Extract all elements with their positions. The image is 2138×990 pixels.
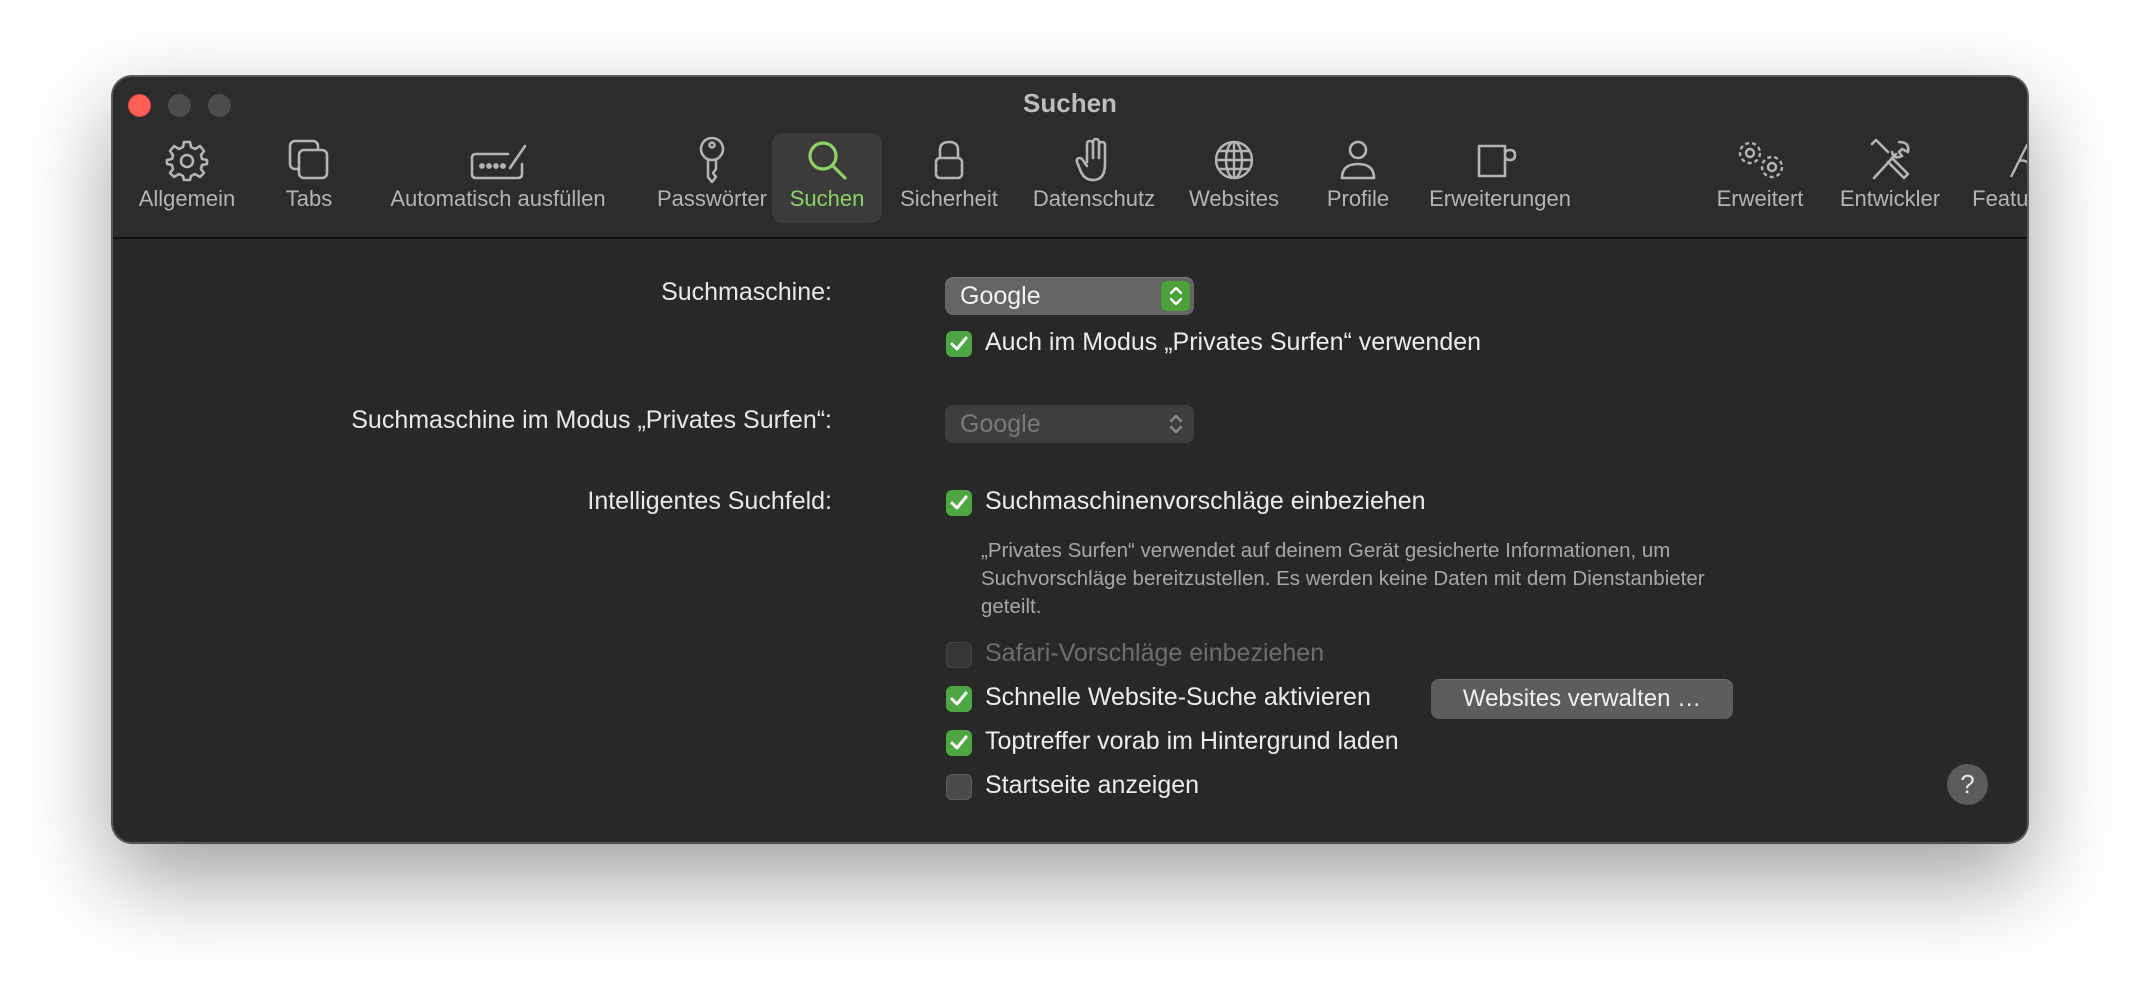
checkmark-icon — [950, 691, 968, 706]
tab-suchen[interactable]: Suchen — [772, 133, 882, 223]
tab-label: Entwickler — [1839, 186, 1941, 211]
tab-feature-flags[interactable]: Feature Flags — [1965, 133, 2028, 223]
private-engine-popup[interactable]: Google — [945, 405, 1194, 443]
quick-search-label: Schnelle Website-Suche aktivieren — [985, 683, 1371, 711]
autofill-icon — [470, 144, 527, 180]
tab-label: Allgemein — [138, 186, 236, 211]
tab-label: Profile — [1326, 186, 1390, 211]
tab-label: Websites — [1188, 186, 1280, 211]
flags-icon — [2009, 143, 2027, 178]
tab-erweiterungen[interactable]: Erweiterungen — [1418, 133, 1582, 223]
tab-erweitert[interactable]: Erweitert — [1703, 133, 1817, 223]
suggestions-label: Suchmaschinenvorschläge einbeziehen — [985, 487, 1426, 515]
tab-label: Tabs — [285, 186, 333, 211]
tab-profile[interactable]: Profile — [1312, 133, 1404, 223]
toolbar-divider — [113, 237, 2027, 239]
search-icon — [808, 141, 847, 180]
gear-icon — [165, 140, 209, 182]
globe-icon — [1214, 140, 1254, 180]
safari-suggestions-checkbox[interactable] — [946, 642, 972, 668]
tab-label: Passwörter — [656, 186, 768, 211]
tab-datenschutz[interactable]: Datenschutz — [1024, 133, 1164, 223]
quick-search-checkbox[interactable] — [946, 686, 972, 712]
tab-label: Erweitert — [1716, 186, 1804, 211]
tab-label: Erweiterungen — [1429, 186, 1571, 211]
tab-label: Automatisch ausfüllen — [390, 186, 606, 211]
start-page-checkbox[interactable] — [946, 774, 972, 800]
tab-allgemein[interactable]: Allgemein — [135, 133, 239, 223]
checkmark-icon — [950, 735, 968, 750]
checkmark-icon — [950, 336, 968, 351]
smart-search-field-label: Intelligentes Suchfeld: — [587, 487, 832, 515]
chevron-updown-icon — [1161, 281, 1190, 311]
chevron-updown-icon — [1161, 409, 1190, 439]
preload-checkbox[interactable] — [946, 730, 972, 756]
tab-label: Datenschutz — [1032, 186, 1156, 211]
private-engine-value: Google — [960, 410, 1041, 438]
private-also-checkbox[interactable] — [946, 331, 972, 357]
tab-entwickler[interactable]: Entwickler — [1829, 133, 1951, 223]
private-engine-label: Suchmaschine im Modus „Privates Surfen“: — [351, 406, 832, 434]
preload-label: Toptreffer vorab im Hintergrund laden — [985, 727, 1399, 755]
gears-icon — [1738, 141, 1784, 179]
search-engine-value: Google — [960, 282, 1041, 310]
puzzle-icon — [1477, 144, 1517, 178]
tab-passwoerter[interactable]: Passwörter — [638, 133, 786, 223]
tab-automatisch-ausfuellen[interactable]: Automatisch ausfüllen — [379, 133, 617, 223]
start-page-label: Startseite anzeigen — [985, 771, 1200, 799]
lock-icon — [934, 140, 964, 180]
help-button[interactable]: ? — [1947, 764, 1988, 805]
toolbar: Suchen Allgemein Tabs Automatisch ausfül… — [113, 77, 2027, 237]
settings-window: Suchen Allgemein Tabs Automatisch ausfül… — [112, 76, 2028, 843]
suggestions-checkbox[interactable] — [946, 490, 972, 516]
hand-icon — [1075, 137, 1107, 182]
tools-icon — [1870, 138, 1910, 180]
checkmark-icon — [950, 495, 968, 510]
private-also-label: Auch im Modus „Privates Surfen“ verwende… — [985, 328, 1482, 356]
tab-label: Suchen — [789, 186, 865, 211]
tab-websites[interactable]: Websites — [1182, 133, 1286, 223]
tabs-icon — [288, 139, 329, 180]
tab-label: Sicherheit — [900, 186, 998, 211]
search-engine-label: Suchmaschine: — [661, 278, 832, 306]
manage-websites-button[interactable]: Websites verwalten … — [1431, 679, 1733, 719]
private-note: „Privates Surfen“ verwendet auf deinem G… — [981, 539, 1705, 618]
window-title: Suchen — [1023, 88, 1117, 118]
search-engine-popup[interactable]: Google — [945, 277, 1194, 315]
tab-sicherheit[interactable]: Sicherheit — [892, 133, 1006, 223]
person-icon — [1340, 140, 1376, 180]
tab-label: Feature Flags — [1972, 186, 2028, 211]
key-icon — [699, 136, 725, 184]
tab-tabs[interactable]: Tabs — [268, 133, 350, 223]
safari-suggestions-label: Safari-Vorschläge einbeziehen — [985, 639, 1325, 667]
